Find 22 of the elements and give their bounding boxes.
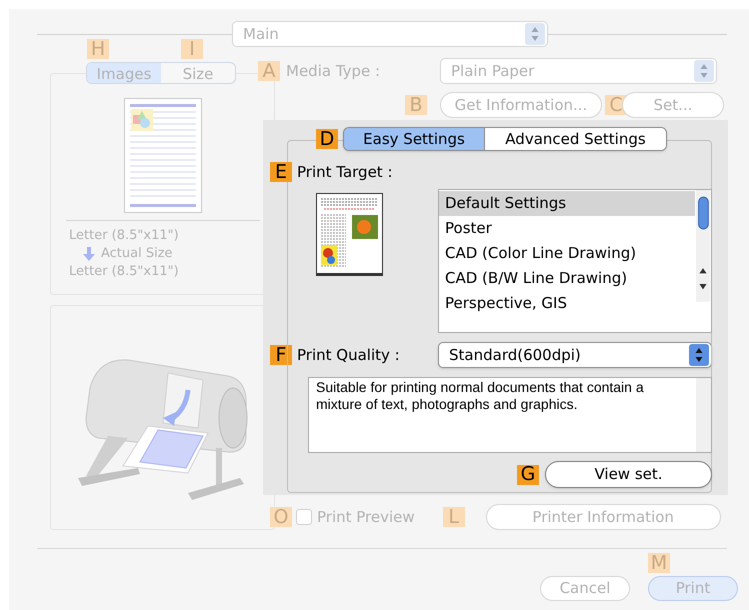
tab[interactable]: Advanced Settings <box>484 128 666 150</box>
popup-menu[interactable]: Standard(600dpi) <box>438 342 712 368</box>
callout-letter: F <box>270 345 292 365</box>
size-label: Letter (8.5"x11") <box>69 263 179 281</box>
callout-letter: G <box>517 464 539 484</box>
tab[interactable]: Easy Settings <box>344 128 484 150</box>
checkbox-label: Print Preview <box>317 506 415 528</box>
description-text: Suitable for printing normal documents that contain a mixture of text, photographs and graphics. <box>315 378 645 413</box>
stepper-arrows-icon <box>525 23 545 45</box>
stepper-arrows-icon <box>689 344 709 366</box>
field-label: Media Type : <box>286 60 382 82</box>
list-item[interactable]: Default Settings <box>439 191 695 216</box>
size-label: Actual Size <box>101 245 173 263</box>
callout-letter: E <box>270 162 292 182</box>
callout-letter: D <box>316 129 338 149</box>
scrollbar[interactable] <box>696 378 711 452</box>
size-label: Letter (8.5"x11") <box>69 227 179 245</box>
button[interactable]: View set. <box>545 461 712 488</box>
down-arrow-icon <box>83 247 95 261</box>
stepper-arrows-icon <box>694 60 714 82</box>
field-label: Print Target : <box>297 162 393 183</box>
field-label: Print Quality : <box>297 344 401 366</box>
